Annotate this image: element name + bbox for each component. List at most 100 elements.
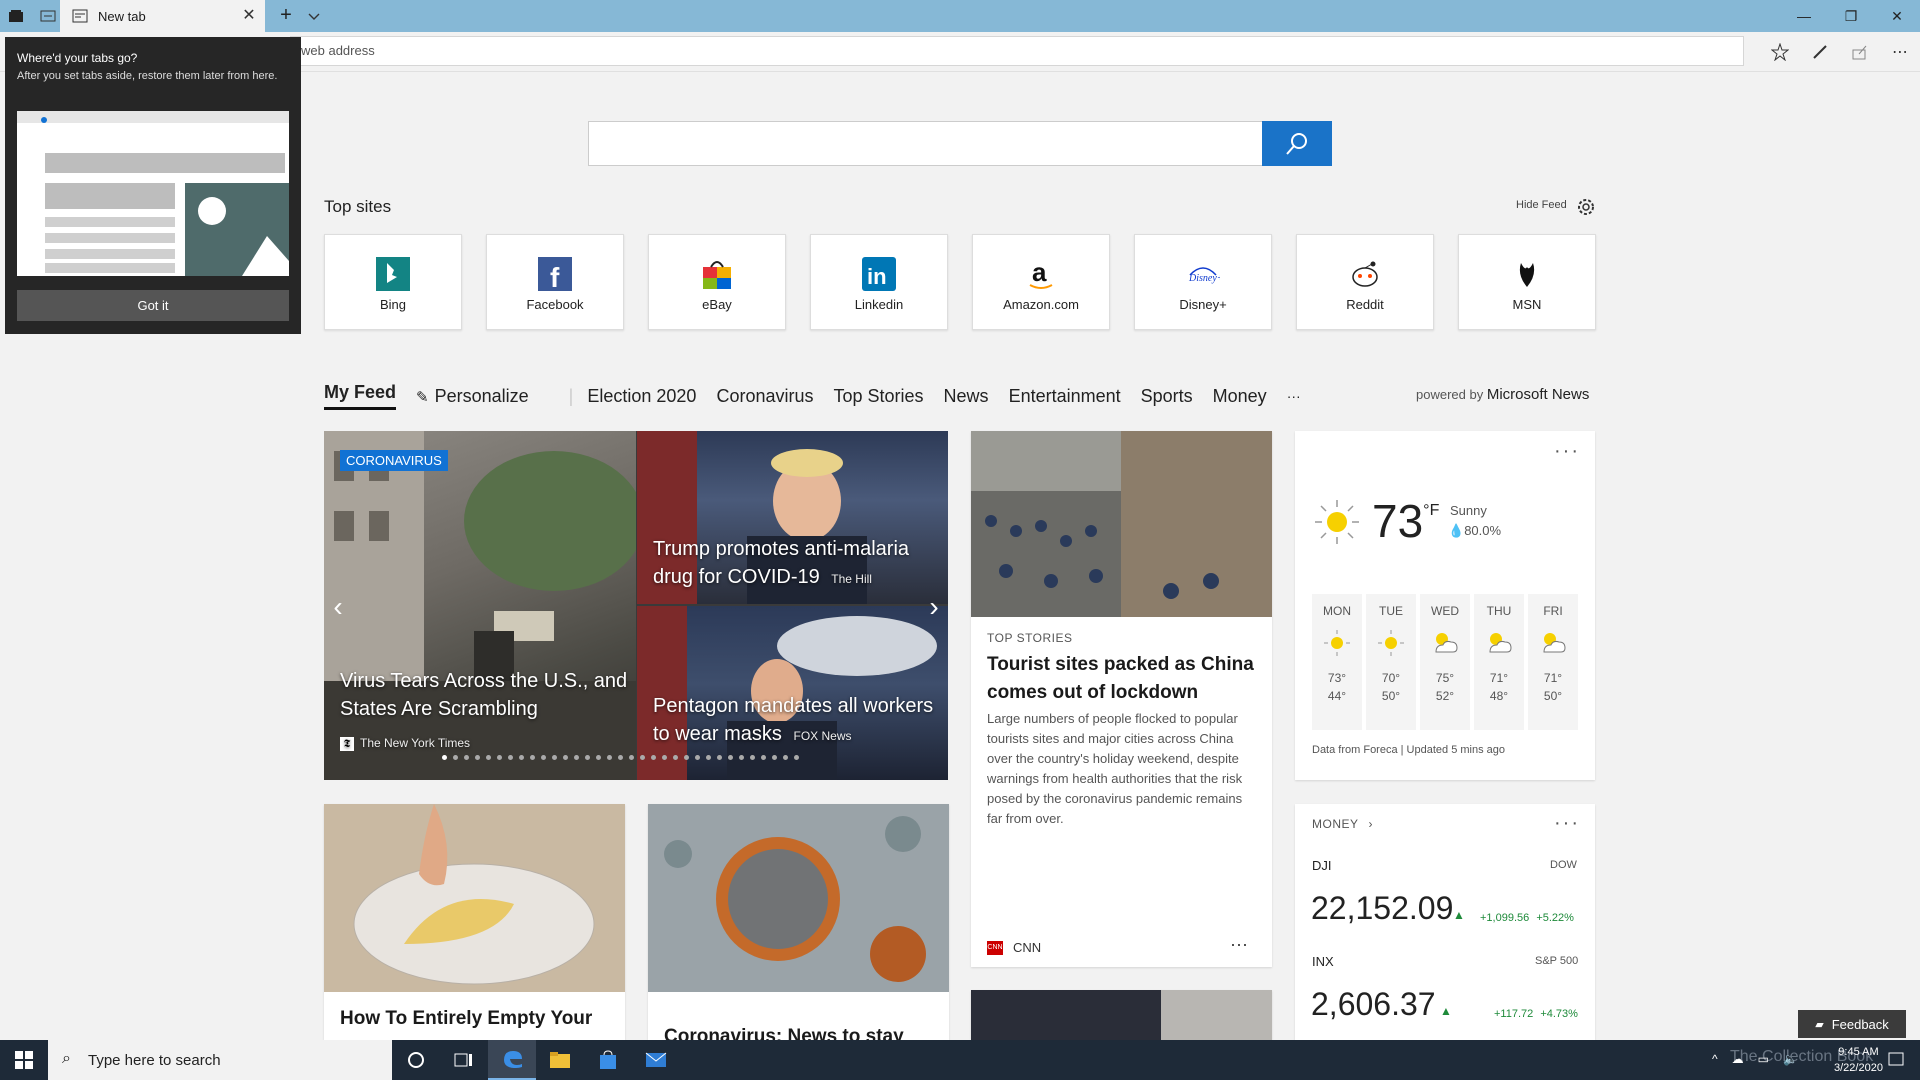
top-site-linkedin[interactable]: in Linkedin	[810, 234, 948, 330]
top-site-facebook[interactable]: f Facebook	[486, 234, 624, 330]
pager-dot[interactable]	[618, 755, 623, 760]
pager-dot[interactable]	[651, 755, 656, 760]
tab-new-tab[interactable]: New tab ✕	[60, 0, 265, 32]
windows-start-icon[interactable]	[0, 1040, 48, 1080]
carousel-prev-arrow[interactable]: ‹	[326, 591, 350, 623]
pager-dot[interactable]	[673, 755, 678, 760]
more-menu-icon[interactable]: ⋯	[1888, 40, 1912, 64]
share-icon[interactable]	[1848, 40, 1872, 64]
article-card[interactable]: How To Entirely Empty Your	[324, 804, 625, 1040]
chevron-down-icon[interactable]	[306, 6, 324, 26]
pager-dot[interactable]	[607, 755, 612, 760]
close-window-button[interactable]: ✕	[1874, 0, 1920, 32]
carousel-bottom-story[interactable]: Pentagon mandates all workers to wear ma…	[637, 606, 948, 780]
money-title[interactable]: MONEY ›	[1312, 817, 1373, 831]
address-input[interactable]: web address	[290, 36, 1744, 66]
search-input[interactable]	[588, 121, 1331, 166]
pager-dot[interactable]	[453, 755, 458, 760]
favorites-star-icon[interactable]	[1768, 40, 1792, 64]
forecast-day[interactable]: MON 73° 44°	[1312, 594, 1362, 730]
set-tabs-aside-icon[interactable]	[38, 6, 58, 26]
pager-dot[interactable]	[739, 755, 744, 760]
pager-dot[interactable]	[464, 755, 469, 760]
article-card[interactable]	[971, 990, 1272, 1040]
top-site-amazon[interactable]: a Amazon.com	[972, 234, 1110, 330]
dji-value[interactable]: 22,152.09	[1311, 890, 1453, 927]
weather-more-button[interactable]: ···	[1554, 440, 1580, 463]
restore-button[interactable]: ❐	[1828, 0, 1874, 32]
pager-dot[interactable]	[585, 755, 590, 760]
tabs-aside-icon[interactable]	[6, 6, 26, 26]
forecast-day[interactable]: THU 71° 48°	[1474, 594, 1524, 730]
inx-value[interactable]: 2,606.37	[1311, 986, 1436, 1023]
temp-unit[interactable]: °F	[1423, 502, 1439, 519]
top-site-reddit[interactable]: Reddit	[1296, 234, 1434, 330]
pager-dot[interactable]	[519, 755, 524, 760]
store-icon[interactable]	[584, 1040, 632, 1080]
pager-dot[interactable]	[728, 755, 733, 760]
pager-dot[interactable]	[629, 755, 634, 760]
tab-coronavirus[interactable]: Coronavirus	[716, 386, 813, 407]
tab-election-2020[interactable]: Election 2020	[587, 386, 696, 407]
hide-feed-link[interactable]: Hide Feed	[1516, 199, 1567, 211]
pager-dot[interactable]	[442, 755, 447, 760]
pager-dot[interactable]	[695, 755, 700, 760]
pager-dot[interactable]	[761, 755, 766, 760]
tab-news[interactable]: News	[944, 386, 989, 407]
gear-icon[interactable]	[1575, 196, 1597, 218]
file-explorer-icon[interactable]	[536, 1040, 584, 1080]
pager-dot[interactable]	[706, 755, 711, 760]
network-icon[interactable]: ▭	[1758, 1052, 1769, 1066]
edge-icon[interactable]	[488, 1040, 536, 1080]
pager-dot[interactable]	[596, 755, 601, 760]
pager-dot[interactable]	[530, 755, 535, 760]
weather-footer[interactable]: Data from Foreca | Updated 5 mins ago	[1312, 744, 1505, 756]
top-site-msn[interactable]: MSN	[1458, 234, 1596, 330]
pager-dot[interactable]	[662, 755, 667, 760]
pager-dot[interactable]	[486, 755, 491, 760]
minimize-button[interactable]: —	[1781, 0, 1827, 32]
pager-dot[interactable]	[794, 755, 799, 760]
story-more-button[interactable]: ···	[1230, 934, 1248, 955]
taskbar-search-input[interactable]: ⌕ Type here to search	[48, 1040, 392, 1080]
task-view-icon[interactable]	[440, 1040, 488, 1080]
article-card[interactable]: Coronavirus: News to stay	[648, 804, 949, 1040]
action-center-icon[interactable]	[1872, 1040, 1920, 1080]
top-site-disney[interactable]: Disney+ Disney+	[1134, 234, 1272, 330]
forecast-day[interactable]: WED 75° 52°	[1420, 594, 1470, 730]
pager-dot[interactable]	[552, 755, 557, 760]
mail-icon[interactable]	[632, 1040, 680, 1080]
pager-dot[interactable]	[783, 755, 788, 760]
got-it-button[interactable]: Got it	[17, 290, 289, 321]
pager-dot[interactable]	[772, 755, 777, 760]
top-site-bing[interactable]: Bing	[324, 234, 462, 330]
search-button[interactable]	[1262, 121, 1332, 166]
new-tab-button[interactable]: +	[274, 4, 298, 28]
chevron-up-icon[interactable]: ^	[1712, 1052, 1718, 1066]
tab-my-feed[interactable]: My Feed	[324, 382, 397, 410]
cortana-icon[interactable]	[392, 1040, 440, 1080]
pager-dot[interactable]	[717, 755, 722, 760]
story-headline[interactable]: Tourist sites packed as China comes out …	[987, 651, 1259, 707]
money-more-button[interactable]: ···	[1554, 812, 1580, 835]
carousel-next-arrow[interactable]: ›	[922, 591, 946, 623]
pager-dot[interactable]	[574, 755, 579, 760]
pager-dot[interactable]	[475, 755, 480, 760]
forecast-day[interactable]: FRI 71° 50°	[1528, 594, 1578, 730]
tab-entertainment[interactable]: Entertainment	[1009, 386, 1121, 407]
carousel-main-story[interactable]: CORONAVIRUS Virus Tears Across the U.S.,…	[324, 431, 636, 780]
feedback-button[interactable]: ▰ Feedback	[1798, 1010, 1906, 1038]
carousel-top-story[interactable]: Trump promotes anti-malaria drug for COV…	[637, 431, 948, 604]
pager-dot[interactable]	[684, 755, 689, 760]
onedrive-icon[interactable]: ☁	[1732, 1052, 1744, 1066]
tab-money[interactable]: Money	[1213, 386, 1267, 407]
tab-sports[interactable]: Sports	[1141, 386, 1193, 407]
pager-dot[interactable]	[563, 755, 568, 760]
more-tabs-button[interactable]: ···	[1287, 388, 1301, 404]
pager-dot[interactable]	[497, 755, 502, 760]
volume-icon[interactable]: 🔈	[1783, 1052, 1798, 1066]
tab-personalize[interactable]: ✎ Personalize	[416, 386, 549, 407]
tab-top-stories[interactable]: Top Stories	[834, 386, 924, 407]
pager-dot[interactable]	[508, 755, 513, 760]
forecast-day[interactable]: TUE 70° 50°	[1366, 594, 1416, 730]
